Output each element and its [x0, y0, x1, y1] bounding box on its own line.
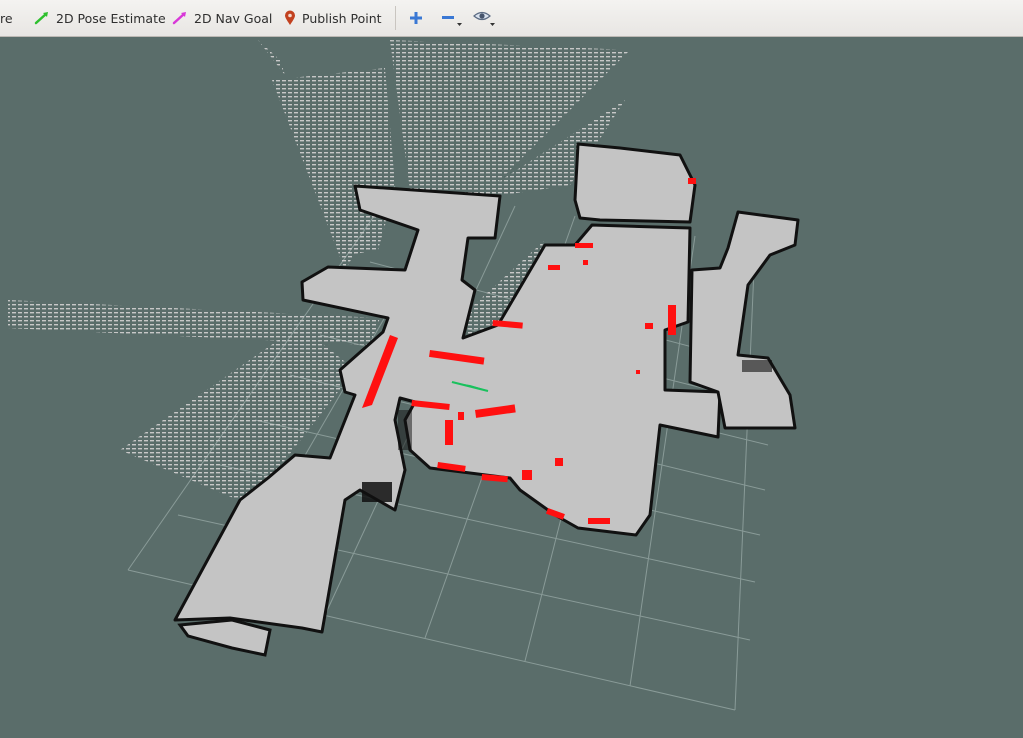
zoom-in-button[interactable] — [405, 6, 427, 30]
pose-estimate-label: 2D Pose Estimate — [56, 10, 166, 26]
pose-estimate-button[interactable]: 2D Pose Estimate — [34, 0, 166, 36]
map-render — [8, 40, 800, 711]
truncated-tool-label: re — [0, 10, 13, 26]
magenta-arrow-icon — [172, 12, 186, 25]
minus-icon — [442, 16, 462, 26]
rviz-toolbar: re 2D Pose Estimate 2D Nav Goal Publish … — [0, 0, 1023, 37]
publish-point-label: Publish Point — [302, 10, 382, 26]
toolbar-truncated-tool[interactable]: re — [0, 0, 13, 36]
toolbar-separator — [395, 6, 396, 30]
nav-goal-button[interactable]: 2D Nav Goal — [172, 0, 272, 36]
3d-viewport[interactable] — [0, 37, 1023, 734]
camera-view-button[interactable] — [471, 6, 497, 30]
nav-goal-label: 2D Nav Goal — [194, 10, 273, 26]
zoom-out-button[interactable] — [438, 6, 464, 30]
eye-icon — [473, 11, 495, 26]
plus-icon — [410, 12, 422, 24]
map-pin-icon — [285, 10, 295, 25]
green-arrow-icon — [34, 12, 48, 25]
publish-point-button[interactable]: Publish Point — [284, 0, 382, 36]
